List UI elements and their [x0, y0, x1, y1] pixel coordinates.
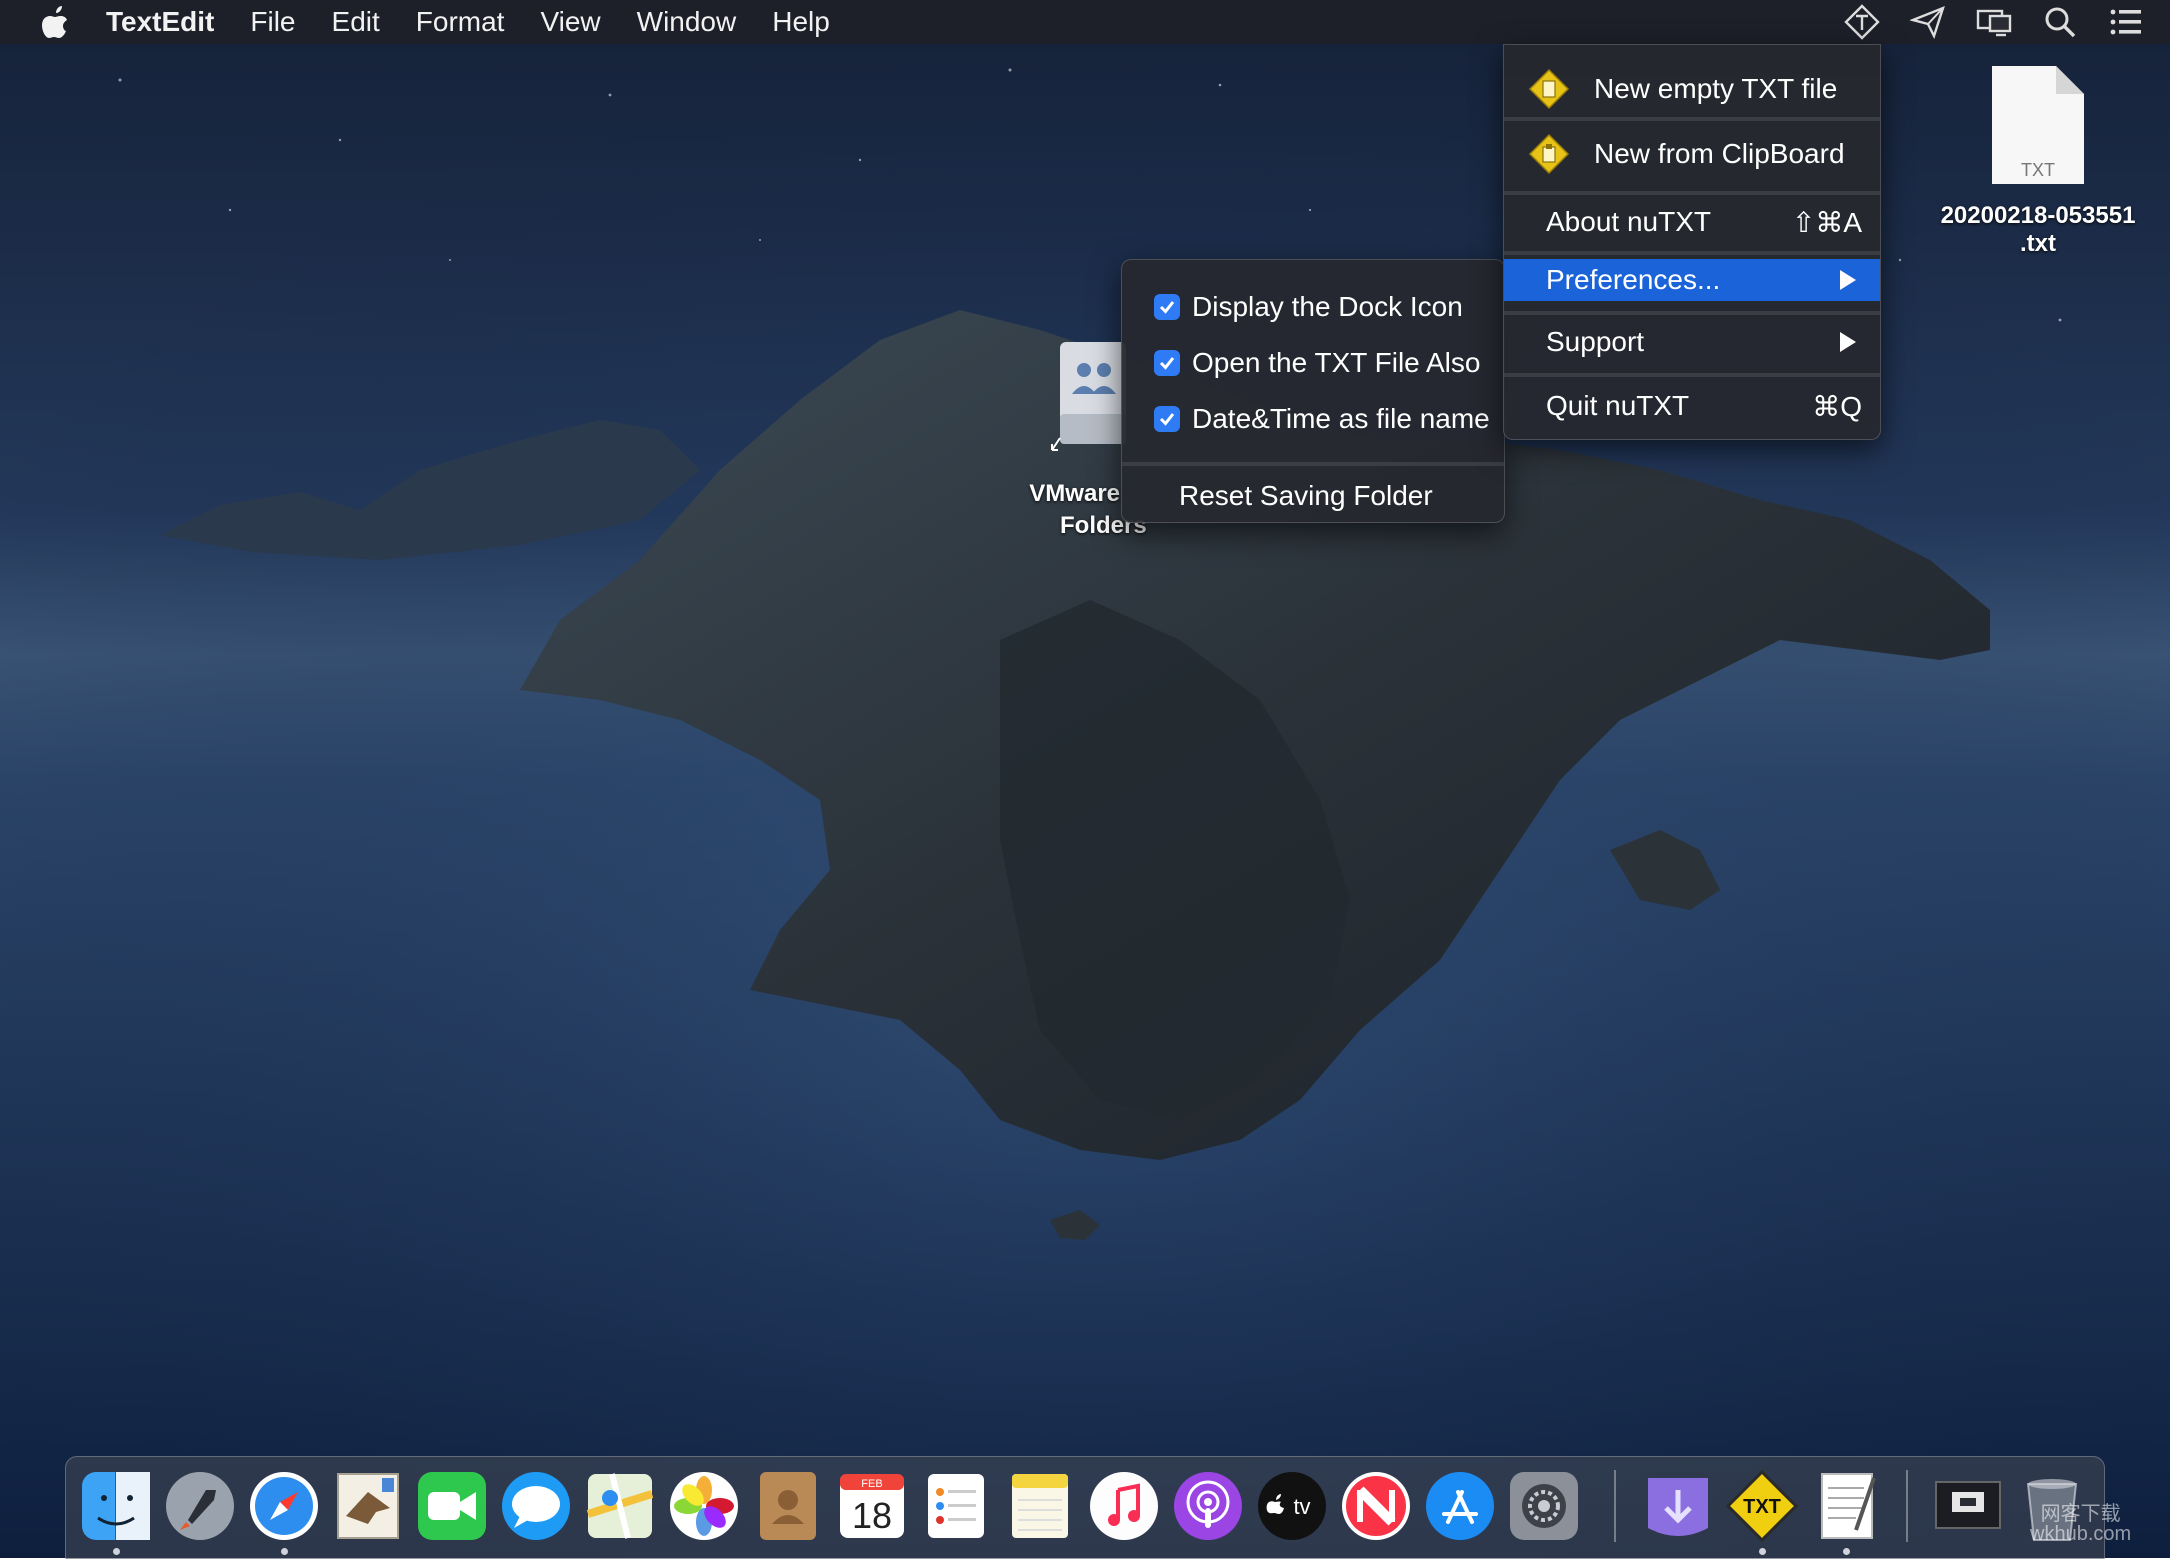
textedit-icon[interactable] — [1808, 1468, 1884, 1544]
downloads-folder-icon[interactable] — [1640, 1468, 1716, 1544]
menu-about-shortcut: ⇧⌘A — [1791, 206, 1862, 238]
menu-new-empty-txt[interactable]: New empty TXT file — [1504, 63, 1880, 115]
menubar-file[interactable]: File — [250, 6, 295, 38]
menu-preferences[interactable]: Preferences... — [1504, 259, 1880, 301]
menu-preferences-label: Preferences... — [1546, 264, 1721, 295]
podcasts-icon[interactable] — [1170, 1468, 1246, 1544]
app-store-icon[interactable] — [1422, 1468, 1498, 1544]
menu-new-from-clipboard[interactable]: New from ClipBoard — [1504, 125, 1880, 183]
submenu-arrow-icon — [1840, 332, 1856, 352]
menubar-edit[interactable]: Edit — [332, 6, 380, 38]
menu-support[interactable]: Support — [1504, 317, 1880, 367]
messages-icon[interactable] — [498, 1468, 574, 1544]
menu-separator — [1504, 117, 1880, 121]
calendar-icon[interactable]: FEB 18 — [834, 1468, 910, 1544]
vmware-label-line1[interactable]: VMware — [1010, 480, 1120, 508]
menubar-app-name[interactable]: TextEdit — [106, 6, 214, 38]
dock-divider — [1906, 1470, 1908, 1542]
calendar-day: 18 — [852, 1495, 892, 1536]
reminders-icon[interactable] — [918, 1468, 994, 1544]
preferences-submenu: Display the Dock Icon Open the TXT File … — [1121, 259, 1505, 523]
pref-datetime-file-name[interactable]: Date&Time as file name — [1122, 394, 1504, 444]
pref-reset-saving-folder[interactable]: Reset Saving Folder — [1122, 472, 1504, 520]
menubar-format[interactable]: Format — [416, 6, 505, 38]
watermark-line1: 网客下载 — [2040, 1503, 2121, 1525]
menu-new-empty-label: New empty TXT file — [1594, 73, 1838, 104]
apple-menu-icon[interactable] — [40, 4, 72, 40]
new-file-diamond-icon — [1528, 68, 1570, 110]
vmware-shared-folders-icon[interactable] — [1046, 340, 1126, 460]
launchpad-icon[interactable] — [162, 1468, 238, 1544]
calendar-month: FEB — [861, 1478, 882, 1490]
facetime-icon[interactable] — [414, 1468, 490, 1544]
apple-tv-label: tv — [1293, 1494, 1310, 1519]
txt-file-badge: TXT — [2021, 160, 2055, 180]
spotlight-search-icon[interactable] — [2038, 0, 2082, 44]
txt-file-name-line2: .txt — [2020, 230, 2056, 257]
dock-divider — [1614, 1470, 1616, 1542]
menu-quit-nutxt[interactable]: Quit nuTXT ⌘Q — [1504, 381, 1880, 431]
notes-icon[interactable] — [1002, 1468, 1078, 1544]
pref-display-dock-icon[interactable]: Display the Dock Icon — [1122, 282, 1504, 332]
nutxt-dock-badge: TXT — [1743, 1496, 1781, 1518]
contacts-icon[interactable] — [750, 1468, 826, 1544]
clipboard-diamond-icon — [1528, 133, 1570, 175]
menubar-help[interactable]: Help — [772, 6, 830, 38]
menu-separator — [1504, 251, 1880, 255]
menu-quit-label: Quit nuTXT — [1546, 390, 1690, 421]
menu-separator — [1504, 311, 1880, 315]
maps-icon[interactable] — [582, 1468, 658, 1544]
menu-separator — [1504, 191, 1880, 195]
dock-running-indicator — [1759, 1548, 1766, 1555]
display-icon[interactable] — [1972, 0, 2016, 44]
watermark-line2: wkhub.com — [2030, 1523, 2132, 1545]
dock-running-indicator — [1843, 1548, 1850, 1555]
menu-support-label: Support — [1546, 326, 1645, 357]
nutxt-icon[interactable] — [1840, 0, 1884, 44]
pref-item-label: Date&Time as file name — [1192, 403, 1490, 434]
pref-open-txt-file-also[interactable]: Open the TXT File Also — [1122, 338, 1504, 388]
apple-tv-icon[interactable]: tv — [1254, 1468, 1330, 1544]
txt-file-name-line1: 20200218-053551 — [1940, 202, 2136, 229]
dock-running-indicator — [113, 1548, 120, 1555]
menu-separator — [1504, 373, 1880, 377]
dock-running-indicator — [281, 1548, 288, 1555]
menubar-window[interactable]: Window — [637, 6, 737, 38]
menu-about-label: About nuTXT — [1546, 206, 1711, 237]
checkbox-checked-icon[interactable] — [1154, 294, 1180, 320]
photos-icon[interactable] — [666, 1468, 742, 1544]
submenu-arrow-icon — [1840, 270, 1856, 290]
system-preferences-icon[interactable] — [1506, 1468, 1582, 1544]
txt-file-icon[interactable]: TXT — [1990, 64, 2086, 186]
news-icon[interactable] — [1338, 1468, 1414, 1544]
menubar-view[interactable]: View — [540, 6, 600, 38]
safari-icon[interactable] — [246, 1468, 322, 1544]
checkbox-checked-icon[interactable] — [1154, 350, 1180, 376]
txt-file-name[interactable]: 20200218-053551 .txt — [1920, 202, 2156, 258]
paper-plane-icon[interactable] — [1906, 0, 1950, 44]
pref-item-label: Display the Dock Icon — [1192, 291, 1463, 322]
checkbox-checked-icon[interactable] — [1154, 406, 1180, 432]
menu-new-clipboard-label: New from ClipBoard — [1594, 138, 1845, 169]
nutxt-menu: New empty TXT file New from ClipBoard Ab… — [1503, 44, 1881, 440]
screenshot-thumbnail-icon[interactable] — [1930, 1468, 2006, 1544]
watermark: 网客下载 wkhub.com — [2030, 1504, 2131, 1544]
finder-icon[interactable] — [78, 1468, 154, 1544]
menu-about-nutxt[interactable]: About nuTXT ⇧⌘A — [1504, 197, 1880, 247]
notification-center-icon[interactable] — [2104, 0, 2148, 44]
pref-reset-label: Reset Saving Folder — [1179, 480, 1433, 511]
nutxt-app-icon[interactable]: TXT — [1724, 1468, 1800, 1544]
music-icon[interactable] — [1086, 1468, 1162, 1544]
menu-quit-shortcut: ⌘Q — [1812, 390, 1862, 422]
pref-item-label: Open the TXT File Also — [1192, 347, 1481, 378]
menu-bar: TextEdit File Edit Format View Window He… — [0, 0, 2170, 44]
menu-separator — [1122, 462, 1504, 466]
mail-icon[interactable] — [330, 1468, 406, 1544]
